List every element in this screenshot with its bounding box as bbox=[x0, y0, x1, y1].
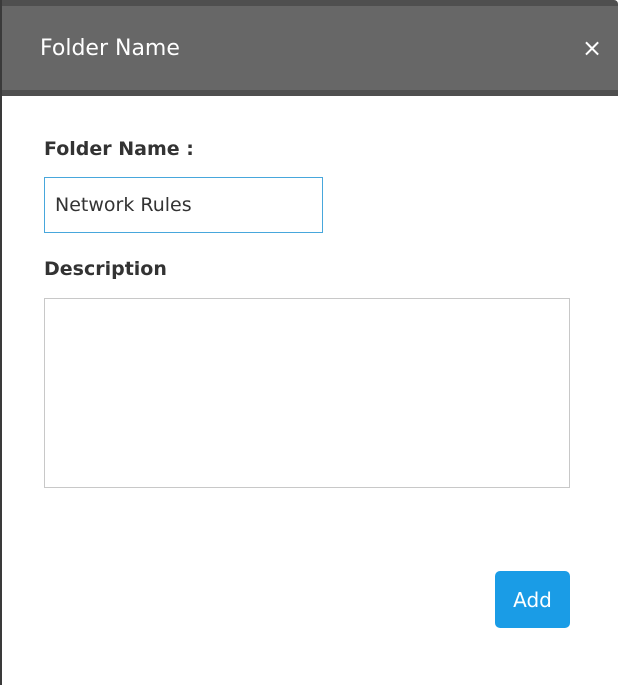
folder-dialog: Folder Name × Folder Name : Description … bbox=[0, 0, 618, 685]
close-icon[interactable]: × bbox=[578, 32, 606, 64]
description-label: Description bbox=[44, 258, 167, 280]
folder-name-input[interactable] bbox=[44, 177, 323, 233]
folder-name-label: Folder Name : bbox=[44, 138, 194, 160]
dialog-title: Folder Name bbox=[40, 36, 180, 61]
description-textarea[interactable] bbox=[44, 298, 570, 488]
add-button[interactable]: Add bbox=[495, 571, 570, 628]
dialog-titlebar: Folder Name × bbox=[2, 0, 618, 96]
